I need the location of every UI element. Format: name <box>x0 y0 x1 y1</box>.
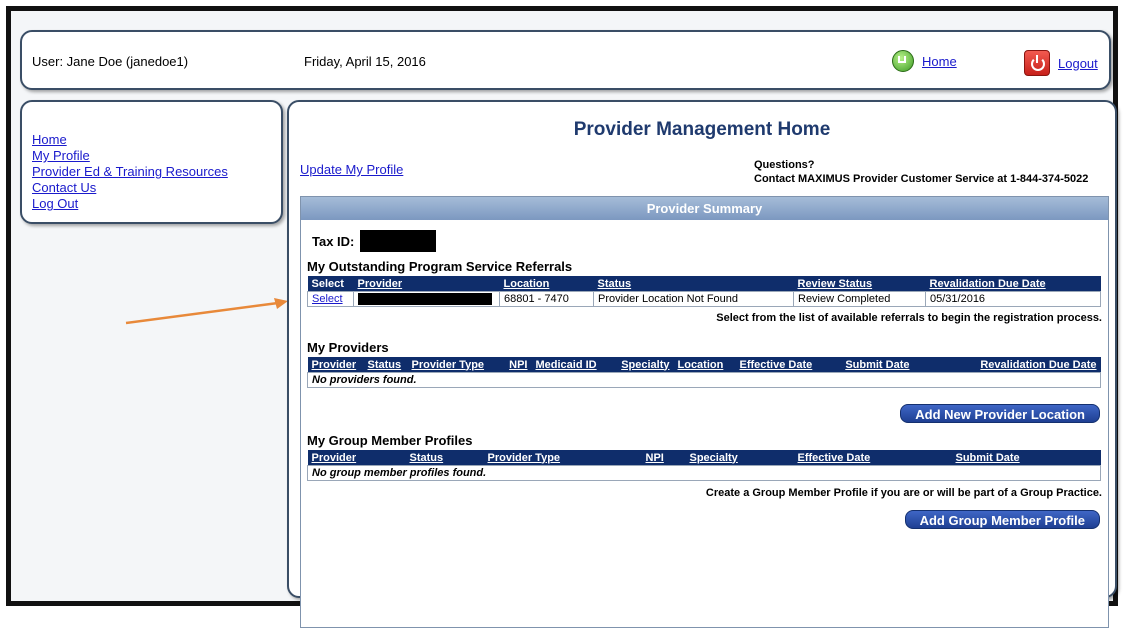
home-icon[interactable] <box>892 50 914 72</box>
sidebar: Home My Profile Provider Ed & Training R… <box>20 100 283 224</box>
contact-phone-text: Contact MAXIMUS Provider Customer Servic… <box>754 173 1089 185</box>
sidebar-item-my-profile[interactable]: My Profile <box>32 148 90 163</box>
group-profiles-table: Provider Status Provider Type NPI Specia… <box>307 450 1101 481</box>
provider-name-redacted <box>358 293 492 306</box>
group-profile-note: Create a Group Member Profile if you are… <box>705 487 1102 499</box>
referrals-table: Select Provider Location Status Review S… <box>307 276 1101 307</box>
annotation-arrow-icon <box>125 298 288 325</box>
logout-link-group[interactable]: Logout <box>1024 50 1098 76</box>
top-bar: User: Jane Doe (janedoe1) Friday, April … <box>20 30 1111 90</box>
group-profiles-title: My Group Member Profiles <box>307 433 473 448</box>
referrals-title: My Outstanding Program Service Referrals <box>307 259 573 274</box>
col-location[interactable]: Location <box>673 357 736 373</box>
table-row: No providers found. <box>307 372 1101 388</box>
col-specialty[interactable]: Specialty <box>609 357 674 373</box>
user-label: User: Jane Doe (janedoe1) <box>32 54 189 69</box>
col-specialty[interactable]: Specialty <box>685 450 794 466</box>
questions-heading: Questions? <box>754 159 815 171</box>
sidebar-item-training-resources[interactable]: Provider Ed & Training Resources <box>32 164 228 179</box>
col-provider-type[interactable]: Provider Type <box>407 357 504 373</box>
col-revalidation-due[interactable]: Revalidation Due Date <box>925 276 1101 292</box>
providers-table: Provider Status Provider Type NPI Medica… <box>307 357 1101 388</box>
col-revalidation-due[interactable]: Revalidation Due Date <box>913 357 1101 373</box>
col-provider[interactable]: Provider <box>353 276 500 292</box>
my-providers-title: My Providers <box>307 340 389 355</box>
home-link-group[interactable]: Home <box>892 50 957 72</box>
col-medicaid-id[interactable]: Medicaid ID <box>531 357 610 373</box>
customer-service-info: Questions? Contact MAXIMUS Provider Cust… <box>754 158 1088 186</box>
provider-summary-header: Provider Summary <box>301 197 1108 220</box>
referral-due-date: 05/31/2016 <box>925 291 1101 307</box>
providers-empty-message: No providers found. <box>307 372 1101 388</box>
col-npi[interactable]: NPI <box>503 357 532 373</box>
referral-location: 68801 - 7470 <box>499 291 594 307</box>
sidebar-item-home[interactable]: Home <box>32 132 67 147</box>
tax-id-label: Tax ID: <box>312 233 355 249</box>
referral-review-status: Review Completed <box>793 291 926 307</box>
table-header-row: Select Provider Location Status Review S… <box>307 276 1101 292</box>
add-provider-location-button[interactable]: Add New Provider Location <box>900 404 1100 423</box>
current-date: Friday, April 15, 2016 <box>304 54 426 69</box>
col-provider[interactable]: Provider <box>307 450 406 466</box>
col-status[interactable]: Status <box>363 357 408 373</box>
col-location[interactable]: Location <box>499 276 594 292</box>
logout-link[interactable]: Logout <box>1058 56 1098 71</box>
tax-id-redacted <box>360 230 437 252</box>
sidebar-item-contact-us[interactable]: Contact Us <box>32 180 96 195</box>
select-referral-link[interactable]: Select <box>312 293 343 305</box>
main-content: Provider Management Home Update My Profi… <box>287 100 1117 628</box>
group-profiles-empty-message: No group member profiles found. <box>307 465 1101 481</box>
col-status[interactable]: Status <box>593 276 794 292</box>
tax-id-row: Tax ID: <box>312 230 437 252</box>
col-effective-date[interactable]: Effective Date <box>735 357 830 373</box>
col-provider-type[interactable]: Provider Type <box>483 450 642 466</box>
col-status[interactable]: Status <box>405 450 484 466</box>
col-submit-date[interactable]: Submit Date <box>951 450 1101 466</box>
power-icon[interactable] <box>1024 50 1050 76</box>
referrals-note: Select from the list of available referr… <box>716 312 1102 324</box>
col-provider[interactable]: Provider <box>307 357 364 373</box>
home-link[interactable]: Home <box>922 54 957 69</box>
col-review-status[interactable]: Review Status <box>793 276 926 292</box>
col-submit-date[interactable]: Submit Date <box>829 357 914 373</box>
col-select: Select <box>307 276 354 292</box>
table-row: No group member profiles found. <box>307 465 1101 481</box>
table-header-row: Provider Status Provider Type NPI Specia… <box>307 450 1101 466</box>
provider-summary: Provider Summary Tax ID: My Outstanding … <box>300 196 1109 628</box>
page-title: Provider Management Home <box>573 119 831 140</box>
add-group-member-profile-button[interactable]: Add Group Member Profile <box>904 510 1100 529</box>
sidebar-item-log-out[interactable]: Log Out <box>32 196 78 211</box>
referral-status: Provider Location Not Found <box>593 291 794 307</box>
col-npi[interactable]: NPI <box>641 450 686 466</box>
table-row: Select 68801 - 7470 Provider Location No… <box>307 291 1101 307</box>
table-header-row: Provider Status Provider Type NPI Medica… <box>307 357 1101 373</box>
col-effective-date[interactable]: Effective Date <box>793 450 952 466</box>
update-profile-link[interactable]: Update My Profile <box>300 162 403 177</box>
sidebar-menu: Home My Profile Provider Ed & Training R… <box>32 132 228 212</box>
